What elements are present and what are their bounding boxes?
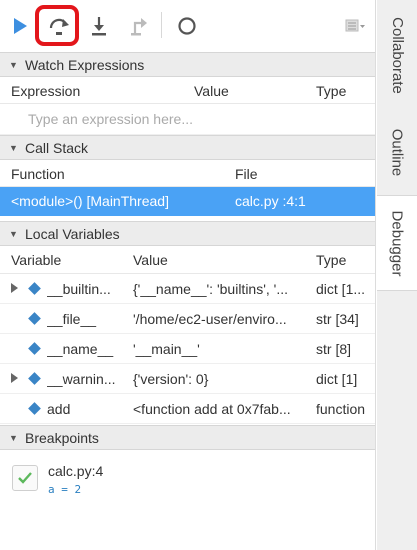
local-variables-header[interactable]: ▼ Local Variables xyxy=(0,221,375,246)
variable-diamond-icon xyxy=(28,282,41,295)
breakpoints-header[interactable]: ▼ Breakpoints xyxy=(0,425,375,450)
variable-diamond-icon xyxy=(28,402,41,415)
debugger-window: ▼ Watch Expressions Expression Value Typ… xyxy=(0,0,417,550)
tab-debugger-label: Debugger xyxy=(388,210,406,276)
variable-name: __name__ xyxy=(47,341,114,357)
tab-collaborate-label: Collaborate xyxy=(388,16,406,94)
locals-col-value: Value xyxy=(133,252,168,268)
play-icon xyxy=(14,18,27,34)
local-variable-row[interactable]: add <function add at 0x7fab... function xyxy=(0,394,375,424)
step-into-button[interactable] xyxy=(85,12,113,40)
tab-outline-label: Outline xyxy=(388,128,406,176)
watch-expressions-header[interactable]: ▼ Watch Expressions xyxy=(0,52,375,77)
menu-list-icon xyxy=(345,19,365,32)
variable-type: function xyxy=(316,401,366,417)
variable-value: <function add at 0x7fab... xyxy=(133,401,291,417)
locals-col-variable: Variable xyxy=(11,252,62,268)
collapse-arrow-icon: ▼ xyxy=(9,59,18,70)
panel-menu-button[interactable] xyxy=(342,12,370,40)
tab-collaborate[interactable]: Collaborate xyxy=(377,0,417,110)
watch-col-value: Value xyxy=(194,83,229,99)
collapse-arrow-icon: ▼ xyxy=(9,228,18,239)
local-variable-row[interactable]: __builtin... {'__name__': 'builtins', '.… xyxy=(0,274,375,304)
call-stack-header[interactable]: ▼ Call Stack xyxy=(0,135,375,160)
variable-name: __builtin... xyxy=(47,281,111,297)
debug-toolbar xyxy=(0,0,375,52)
breakpoint-item[interactable]: calc.py:4 a = 2 xyxy=(0,450,375,510)
circle-icon xyxy=(178,17,196,35)
watch-column-headers: Expression Value Type xyxy=(0,77,375,104)
callstack-column-headers: Function File xyxy=(0,160,375,187)
side-tab-bar: Collaborate Outline Debugger xyxy=(377,0,417,550)
variable-type: str [34] xyxy=(316,311,359,327)
variable-value: '/home/ec2-user/enviro... xyxy=(133,311,287,327)
local-variable-row[interactable]: __warnin... {'version': 0} dict [1] xyxy=(0,364,375,394)
watch-col-type: Type xyxy=(316,83,347,99)
toolbar-separator xyxy=(161,12,162,38)
variable-type: dict [1] xyxy=(316,371,358,387)
expand-arrow-icon[interactable] xyxy=(11,283,18,293)
collapse-arrow-icon: ▼ xyxy=(9,432,18,443)
variable-diamond-icon xyxy=(28,312,41,325)
collapse-arrow-icon: ▼ xyxy=(9,142,18,153)
variable-type: dict [1... xyxy=(316,281,366,297)
breakpoint-checkbox[interactable] xyxy=(12,465,38,491)
expand-arrow-icon[interactable] xyxy=(11,373,18,383)
local-variable-row[interactable]: __file__ '/home/ec2-user/enviro... str [… xyxy=(0,304,375,334)
callstack-col-function: Function xyxy=(11,166,65,182)
variable-name: add xyxy=(47,401,71,417)
watch-expression-placeholder: Type an expression here... xyxy=(28,111,193,127)
variable-value: {'version': 0} xyxy=(133,371,209,387)
variable-type: str [8] xyxy=(316,341,352,357)
breakpoint-file: calc.py:4 xyxy=(48,463,104,479)
resume-button[interactable] xyxy=(6,12,34,40)
step-into-icon xyxy=(92,17,106,36)
step-over-icon xyxy=(49,18,69,35)
tab-outline[interactable]: Outline xyxy=(377,112,417,192)
callstack-col-file: File xyxy=(235,166,258,182)
call-stack-title: Call Stack xyxy=(25,139,89,156)
variable-diamond-icon xyxy=(28,372,41,385)
callstack-row[interactable]: <module>() [MainThread] calc.py :4:1 xyxy=(0,187,375,216)
locals-col-type: Type xyxy=(316,252,347,268)
breakpoint-code: a = 2 xyxy=(48,483,82,496)
locals-column-headers: Variable Value Type xyxy=(0,246,375,274)
tab-debugger[interactable]: Debugger xyxy=(377,195,417,291)
watch-expression-input[interactable]: Type an expression here... xyxy=(0,104,375,135)
watch-expressions-title: Watch Expressions xyxy=(25,56,145,73)
variable-name: __warnin... xyxy=(47,371,116,387)
variable-value: {'__name__': 'builtins', '... xyxy=(133,281,289,297)
debugger-panel: ▼ Watch Expressions Expression Value Typ… xyxy=(0,0,376,550)
checkmark-icon xyxy=(18,472,32,484)
breakpoints-title: Breakpoints xyxy=(25,429,99,446)
variable-name: __file__ xyxy=(47,311,97,327)
step-out-icon xyxy=(131,18,147,36)
callstack-file: calc.py :4:1 xyxy=(235,193,306,209)
step-out-button[interactable] xyxy=(124,12,152,40)
local-variables-title: Local Variables xyxy=(25,225,120,242)
variable-diamond-icon xyxy=(28,342,41,355)
pause-on-exceptions-button[interactable] xyxy=(173,12,201,40)
local-variable-row[interactable]: __name__ '__main__' str [8] xyxy=(0,334,375,364)
watch-col-expression: Expression xyxy=(11,83,81,99)
step-over-button[interactable] xyxy=(45,12,73,40)
callstack-function: <module>() [MainThread] xyxy=(11,193,169,209)
variable-value: '__main__' xyxy=(133,341,200,357)
